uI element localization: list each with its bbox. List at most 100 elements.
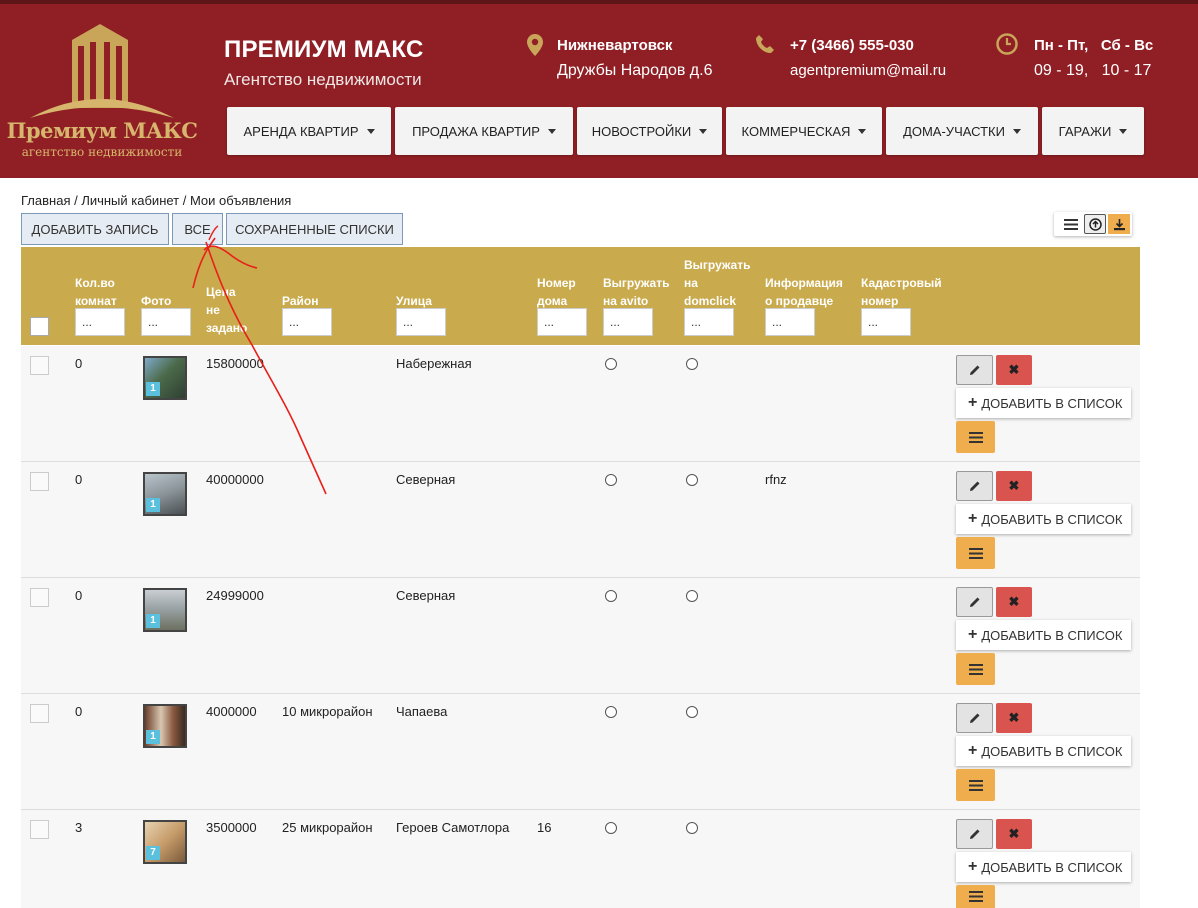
list-details-button[interactable] — [956, 537, 995, 569]
clock-icon — [996, 33, 1018, 55]
upload-circle-icon[interactable] — [1084, 214, 1106, 234]
phone-icon — [756, 35, 774, 53]
plus-icon: + — [968, 510, 978, 527]
table-row: 3 7 3500000 25 микрорайон Героев Самотло… — [21, 810, 1140, 908]
filter-house-input[interactable]: ... — [537, 308, 587, 336]
add-to-list-label: ДОБАВИТЬ В СПИСОК — [981, 395, 1123, 411]
edit-button[interactable] — [956, 587, 993, 617]
header-rooms[interactable]: Кол.во комнат — [75, 274, 117, 310]
select-all-checkbox[interactable] — [30, 317, 49, 336]
nav-commercial[interactable]: КОММЕРЧЕСКАЯ — [726, 107, 882, 155]
list-icon — [968, 547, 983, 559]
filter-seller-input[interactable]: ... — [765, 308, 815, 336]
domclick-radio[interactable] — [686, 822, 698, 834]
add-to-list-button[interactable]: + ДОБАВИТЬ В СПИСОК — [956, 852, 1131, 882]
brand-title[interactable]: ПРЕМИУМ МАКС — [224, 36, 424, 64]
phone[interactable]: +7 (3466) 555-030 — [790, 37, 914, 54]
edit-button[interactable] — [956, 355, 993, 385]
list-icon — [968, 431, 983, 443]
filter-avito-input[interactable]: ... — [603, 308, 653, 336]
delete-button[interactable]: ✖ — [996, 355, 1032, 385]
add-to-list-button[interactable]: + ДОБАВИТЬ В СПИСОК — [956, 504, 1131, 534]
filter-photo-input[interactable]: ... — [141, 308, 191, 336]
list-details-button[interactable] — [956, 653, 995, 685]
avito-radio[interactable] — [605, 474, 617, 486]
address: Дружбы Народов д.6 — [557, 62, 713, 79]
street-cell: Набережная — [396, 356, 472, 371]
plus-icon: + — [968, 742, 978, 759]
edit-button[interactable] — [956, 703, 993, 733]
domclick-radio[interactable] — [686, 590, 698, 602]
avito-radio[interactable] — [605, 822, 617, 834]
header-seller-info[interactable]: Информация о продавце — [765, 274, 843, 310]
listing-photo[interactable]: 1 — [143, 704, 187, 748]
nav-sale-apartments[interactable]: ПРОДАЖА КВАРТИР — [395, 107, 573, 155]
edit-button[interactable] — [956, 819, 993, 849]
add-to-list-button[interactable]: + ДОБАВИТЬ В СПИСОК — [956, 388, 1131, 418]
filter-cadastre-input[interactable]: ... — [861, 308, 911, 336]
listing-photo[interactable]: 1 — [143, 356, 187, 400]
delete-button[interactable]: ✖ — [996, 703, 1032, 733]
add-record-button[interactable]: ДОБАВИТЬ ЗАПИСЬ — [21, 213, 169, 245]
delete-button[interactable]: ✖ — [996, 587, 1032, 617]
header-domclick[interactable]: Выгружать на domclick — [684, 256, 751, 310]
download-icon[interactable] — [1108, 214, 1130, 234]
caret-down-icon — [366, 128, 375, 134]
caret-down-icon — [1119, 128, 1128, 134]
listing-photo[interactable]: 1 — [143, 588, 187, 632]
filter-street-input[interactable]: ... — [396, 308, 446, 336]
saved-lists-button[interactable]: СОХРАНЕННЫЕ СПИСКИ — [226, 213, 403, 245]
list-details-button[interactable] — [956, 421, 995, 453]
list-icon — [968, 891, 983, 902]
nav-houses-plots[interactable]: ДОМА-УЧАСТКИ — [886, 107, 1038, 155]
house-cell: 16 — [537, 820, 552, 835]
nav-label: КОММЕРЧЕСКАЯ — [741, 123, 851, 139]
list-view-icon[interactable] — [1060, 214, 1082, 234]
avito-radio[interactable] — [605, 590, 617, 602]
filter-district-input[interactable]: ... — [282, 308, 332, 336]
add-to-list-button[interactable]: + ДОБАВИТЬ В СПИСОК — [956, 736, 1131, 766]
avito-radio[interactable] — [605, 706, 617, 718]
photo-count-badge: 1 — [146, 730, 160, 744]
add-to-list-label: ДОБАВИТЬ В СПИСОК — [981, 511, 1123, 527]
price-cell: 3500000 — [206, 820, 257, 835]
email[interactable]: agentpremium@mail.ru — [790, 62, 946, 79]
header-cadastre[interactable]: Кадастровый номер — [861, 274, 942, 310]
caret-down-icon — [858, 128, 867, 134]
domclick-radio[interactable] — [686, 706, 698, 718]
logo[interactable]: Премиум МАКС агентство недвижимости — [4, 18, 200, 164]
header-avito[interactable]: Выгружать на avito — [603, 274, 670, 310]
all-button[interactable]: ВСЕ — [172, 213, 223, 245]
nav-label: ДОМА-УЧАСТКИ — [903, 123, 1005, 139]
domclick-radio[interactable] — [686, 358, 698, 370]
row-checkbox[interactable] — [30, 472, 49, 491]
add-to-list-button[interactable]: + ДОБАВИТЬ В СПИСОК — [956, 620, 1131, 650]
listing-photo[interactable]: 7 — [143, 820, 187, 864]
listing-photo[interactable]: 1 — [143, 472, 187, 516]
pencil-icon — [969, 481, 979, 491]
delete-button[interactable]: ✖ — [996, 471, 1032, 501]
breadcrumb[interactable]: Главная / Личный кабинет / Мои объявлени… — [21, 193, 291, 208]
nav-rent-apartments[interactable]: АРЕНДА КВАРТИР — [227, 107, 391, 155]
list-details-button[interactable] — [956, 885, 995, 908]
list-details-button[interactable] — [956, 769, 995, 801]
logo-subtitle: агентство недвижимости — [21, 145, 183, 159]
filter-domclick-input[interactable]: ... — [684, 308, 734, 336]
row-checkbox[interactable] — [30, 356, 49, 375]
domclick-radio[interactable] — [686, 474, 698, 486]
avito-radio[interactable] — [605, 358, 617, 370]
delete-button[interactable]: ✖ — [996, 819, 1032, 849]
row-checkbox[interactable] — [30, 820, 49, 839]
work-hours: 09 - 19, 10 - 17 — [1034, 62, 1152, 79]
seller-cell: rfnz — [765, 472, 787, 487]
row-checkbox[interactable] — [30, 704, 49, 723]
header-house[interactable]: Номер дома — [537, 274, 576, 310]
filter-rooms-input[interactable]: ... — [75, 308, 125, 336]
nav-garages[interactable]: ГАРАЖИ — [1042, 107, 1144, 155]
nav-new-buildings[interactable]: НОВОСТРОЙКИ — [577, 107, 722, 155]
pencil-icon — [969, 365, 979, 375]
header-price[interactable]: Цена не задано — [206, 283, 247, 337]
edit-button[interactable] — [956, 471, 993, 501]
photo-count-badge: 1 — [146, 382, 160, 396]
row-checkbox[interactable] — [30, 588, 49, 607]
